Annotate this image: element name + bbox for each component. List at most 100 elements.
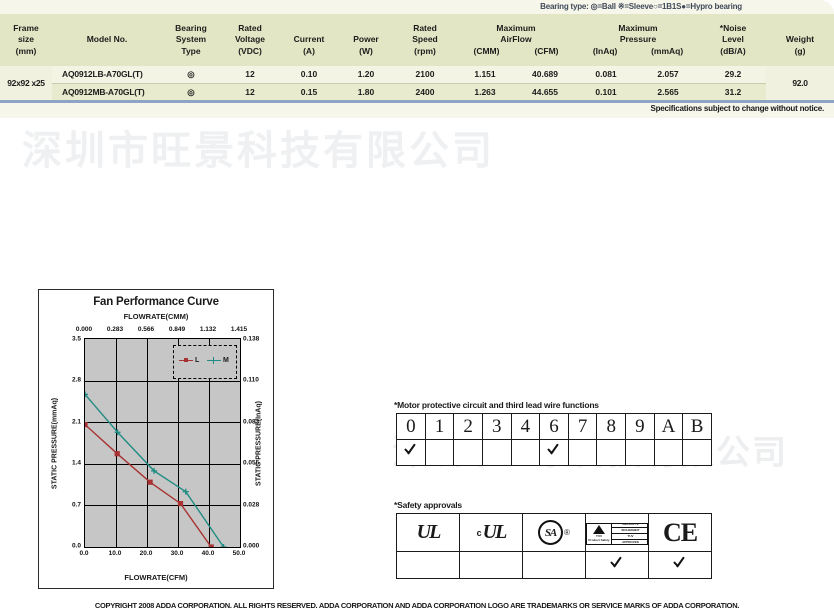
motor-check-cell[interactable] [682,439,712,466]
legend-item-L: L [179,357,199,364]
safety-logo-cell-cul: c UL [459,513,523,552]
series-point-L [147,479,153,485]
x-tick-4: 40.0 [201,550,215,557]
chart-x-axis-label: FLOWRATE(CFM) [124,573,188,582]
motor-check-cell[interactable] [567,439,598,466]
cell-pressure-inaq: 0.101 [576,83,637,102]
safety-check-cell-tuv[interactable] [585,551,649,579]
motor-check-cell[interactable] [539,439,569,466]
specification-band: Bearing type: ◎=Ball ※=Sleeve○=1B1S●=Hyp… [0,0,834,118]
motor-check-row [396,439,712,466]
table-header-row: Frame size (mm) Model No. Bearing System… [0,14,834,66]
motor-protective-circuit-title: *Motor protective circuit and third lead… [394,400,599,410]
legend-item-M: M [207,357,229,364]
top-tick-3: 0.849 [168,326,186,333]
legend-marker-M-icon [207,357,221,364]
motor-code-row: 0 1 2 3 4 6 7 8 9 A B [396,413,712,440]
motor-check-cell[interactable] [481,439,512,466]
chart-legend: L M [173,345,237,379]
y-tick-0: 0.0 [71,542,81,550]
top-tick-2: 0.566 [137,326,155,333]
safety-check-row [396,551,712,579]
safety-check-cell-ul[interactable] [396,551,460,579]
top-tick-4: 1.132 [199,326,217,333]
motor-check-cell[interactable] [510,439,541,466]
motor-check-cell[interactable] [653,439,684,466]
ul-logo-icon: UL [416,521,442,543]
motor-code-cell: 9 [625,413,655,440]
cell-power: 1.20 [338,66,394,84]
safety-check-cell-csa[interactable] [522,551,586,579]
y2-tick-4: 0.110 [243,376,259,384]
cell-airflow-cfm: 44.655 [514,83,577,102]
motor-code-cell: 1 [424,413,455,440]
y-tick-4: 2.8 [71,376,81,384]
motor-check-cell[interactable] [625,439,655,466]
check-icon [546,442,562,458]
motor-check-cell[interactable] [396,439,426,466]
specifications-note: Specifications subject to change without… [650,104,824,113]
cell-noise-level: 31.2 [700,83,767,102]
csa-logo-icon: SA ® [538,520,570,545]
y2-tick-2: 0.055 [243,459,260,467]
check-icon [609,555,625,571]
cell-noise-level: 29.2 [700,66,767,84]
separator-rule [0,100,834,103]
cell-current: 0.15 [280,83,338,102]
legend-marker-L-icon [179,357,193,364]
cell-power: 1.80 [338,83,394,102]
motor-code-cell: 6 [539,413,569,440]
motor-code-cell: B [682,413,712,440]
x-tick-3: 30.0 [170,550,184,557]
motor-code-cell: 8 [596,413,626,440]
header-rated-voltage: Rated Voltage (VDC) [220,14,280,66]
motor-code-cell: 3 [481,413,512,440]
cell-rated-speed: 2100 [394,66,456,84]
header-bearing-system-type: Bearing System Type [162,14,220,66]
x-tick-5: 50.0 [232,550,246,557]
cell-bearing-type: ◎ [162,83,220,102]
cell-rated-speed: 2400 [394,83,456,102]
motor-code-cell: 2 [453,413,483,440]
top-tick-1: 0.283 [106,326,124,333]
top-tick-0: 0.000 [75,326,93,333]
motor-check-cell[interactable] [453,439,483,466]
safety-logo-row: UL c UL SA ® TUV Product Safety GEPRUFTE… [396,513,712,552]
table-row: 92x92 x25 AQ0912LB-A70GL(T) ◎ 12 0.10 1.… [0,66,834,102]
header-frame-size: Frame size (mm) [0,14,52,66]
series-point-L [177,501,184,507]
specification-table: Frame size (mm) Model No. Bearing System… [0,14,834,102]
y-tick-5: 3.5 [71,335,81,343]
header-airflow-cfm: (CFM) [534,45,559,56]
y-tick-2: 1.4 [71,459,81,467]
header-airflow-cmm: (CMM) [473,45,500,56]
cell-airflow-cmm: 1.263 [456,83,514,102]
motor-check-cell[interactable] [596,439,626,466]
series-line-L [85,424,212,547]
series-point-L [208,544,214,547]
check-icon [672,555,688,571]
fan-performance-chart: Fan Performance Curve FLOWRATE(CMM) FLOW… [38,289,274,589]
chart-y2-axis-label: STATIC PRESSURE(InAq) [255,401,263,486]
x-tick-2: 20.0 [139,550,153,557]
cell-frame-size: 92x92 x25 [0,66,52,102]
y-tick-1: 0.7 [71,501,81,509]
ce-logo-icon: CE [662,517,698,547]
cul-logo-icon: c UL [476,521,508,543]
tuv-logo-icon: TUV Product Safety GEPRUFTE SICHERHEIT T… [586,522,648,545]
safety-check-cell-ce[interactable] [648,551,712,579]
motor-code-cell: A [653,413,684,440]
cell-model-no: AQ0912MB-A70GL(T) [52,83,162,102]
y-tick-3: 2.1 [71,418,81,426]
cell-current: 0.10 [280,66,338,84]
motor-check-cell[interactable] [424,439,455,466]
header-noise-level: *Noise Level (dB/A) [700,14,767,66]
safety-approvals-title: *Safety approvals [394,500,462,510]
top-tick-5: 1.415 [230,326,248,333]
series-point-L [114,451,120,457]
x-tick-1: 10.0 [108,550,122,557]
safety-check-cell-cul[interactable] [459,551,523,579]
header-maximum-airflow: Maximum AirFlow (CMM) (CFM) [456,14,577,66]
cell-airflow-cmm: 1.151 [456,66,514,84]
motor-code-cell: 4 [510,413,541,440]
